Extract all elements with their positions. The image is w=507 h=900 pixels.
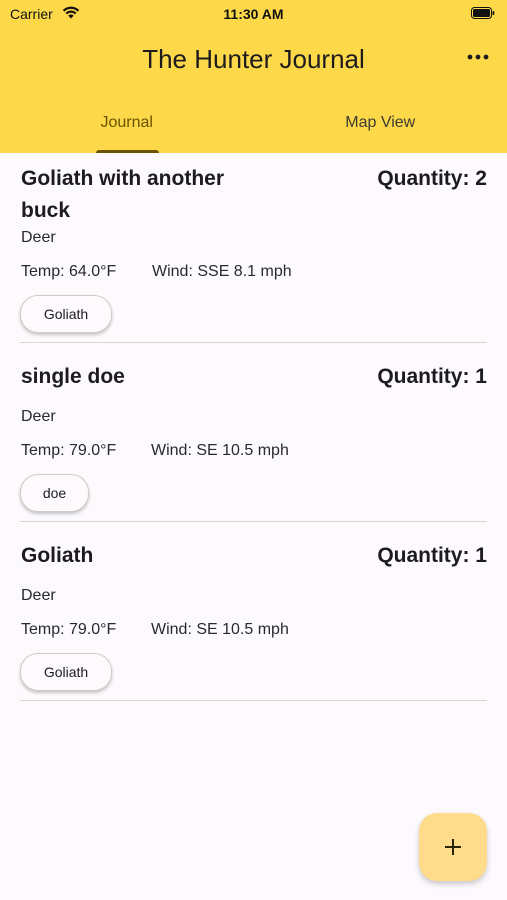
entry-temperature: Temp: 79.0°F [21, 621, 117, 638]
tag-chip[interactable]: Goliath [20, 653, 112, 691]
battery-icon [471, 7, 495, 19]
tag-chip[interactable]: doe [20, 474, 89, 512]
entry-temperature: Temp: 79.0°F [21, 442, 117, 459]
entry-title-line: Goliath [21, 544, 94, 567]
journal-entry[interactable]: Goliath with another buck Quantity: 2 De… [20, 153, 487, 343]
entry-species: Deer [21, 408, 56, 425]
journal-list: Goliath with another buck Quantity: 2 De… [0, 153, 507, 701]
entry-quantity: Quantity: 2 [377, 167, 487, 190]
app-screen: Carrier 11:30 AM The Hunter Journal Jour… [0, 0, 507, 900]
entry-quantity: Quantity: 1 [377, 365, 487, 388]
entry-title: Goliath with another buck [21, 163, 224, 227]
app-title: The Hunter Journal [142, 44, 365, 74]
app-bar: The Hunter Journal [0, 28, 507, 92]
tab-bar: Journal Map View [0, 108, 507, 153]
entry-species: Deer [21, 229, 56, 246]
status-time: 11:30 AM [223, 6, 284, 22]
entry-title: single doe [21, 361, 125, 393]
tab-map-view[interactable]: Map View [254, 108, 507, 153]
entry-temperature: Temp: 64.0°F [21, 263, 117, 280]
header: Carrier 11:30 AM The Hunter Journal Jour… [0, 0, 507, 153]
entry-quantity: Quantity: 1 [377, 544, 487, 567]
journal-entry[interactable]: Goliath Quantity: 1 Deer Temp: 79.0°F Wi… [20, 522, 487, 701]
entry-wind: Wind: SE 10.5 mph [151, 621, 289, 638]
more-horizontal-icon[interactable] [467, 52, 489, 62]
plus-icon [445, 839, 461, 855]
entry-title-line: single doe [21, 365, 125, 388]
journal-entry[interactable]: single doe Quantity: 1 Deer Temp: 79.0°F… [20, 343, 487, 522]
tag-chip[interactable]: Goliath [20, 295, 112, 333]
entry-wind: Wind: SSE 8.1 mph [152, 263, 292, 280]
status-bar: Carrier 11:30 AM [0, 0, 507, 28]
entry-species: Deer [21, 587, 56, 604]
tab-journal[interactable]: Journal [0, 108, 254, 153]
entry-wind: Wind: SE 10.5 mph [151, 442, 289, 459]
entry-title-line: Goliath with another [21, 167, 224, 190]
entry-title: Goliath [21, 540, 93, 572]
add-entry-button[interactable] [419, 813, 487, 881]
entry-title-line: buck [21, 199, 71, 222]
